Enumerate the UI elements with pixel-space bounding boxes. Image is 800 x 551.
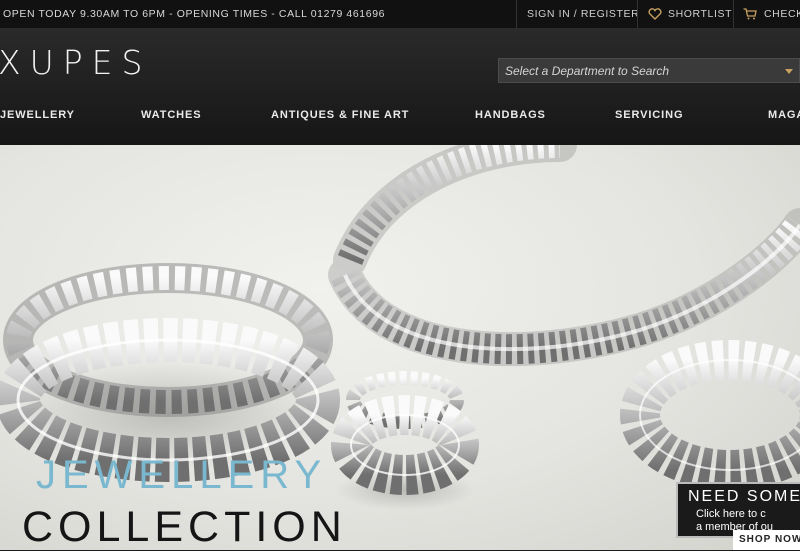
nav-antiques-fine-art[interactable]: ANTIQUES & FINE ART: [271, 109, 409, 125]
nav-jewellery[interactable]: JEWELLERY: [0, 109, 75, 125]
bracelet-image: [0, 263, 340, 482]
chevron-down-icon: [785, 69, 793, 74]
nav-magazine[interactable]: MAGA: [768, 109, 800, 125]
department-placeholder: Select a Department to Search: [505, 64, 670, 78]
promo-heading: NEED SOME: [688, 488, 800, 505]
hero-title-jewellery: JEWELLERY: [36, 453, 328, 497]
promo-line-1: Click here to c: [696, 508, 766, 520]
heart-icon: [648, 8, 662, 20]
hero-title-collection: COLLECTION: [22, 503, 347, 551]
xupes-logo[interactable]: XUPES: [0, 46, 151, 79]
opening-times-text: OPEN TODAY 9.30AM TO 6PM - OPENING TIMES…: [3, 8, 386, 20]
necklace-image: [328, 145, 800, 367]
nav-servicing[interactable]: SERVICING: [615, 109, 683, 125]
shop-now-button[interactable]: SHOP NOW: [733, 530, 800, 550]
checkout-link[interactable]: CHECK: [733, 0, 800, 28]
cart-icon: [743, 8, 757, 20]
checkout-label: CHECK: [764, 8, 800, 20]
department-search-select[interactable]: Select a Department to Search: [498, 58, 800, 83]
bangle-image: [620, 340, 800, 490]
shortlist-link[interactable]: SHORTLIST: [637, 0, 732, 28]
sign-in-register-link[interactable]: SIGN IN / REGISTER: [516, 0, 639, 28]
ring-image: [331, 371, 479, 510]
shortlist-label: SHORTLIST: [668, 8, 733, 20]
nav-watches[interactable]: WATCHES: [141, 109, 201, 125]
top-info-bar: OPEN TODAY 9.30AM TO 6PM - OPENING TIMES…: [0, 0, 800, 29]
nav-handbags[interactable]: HANDBAGS: [475, 109, 546, 125]
